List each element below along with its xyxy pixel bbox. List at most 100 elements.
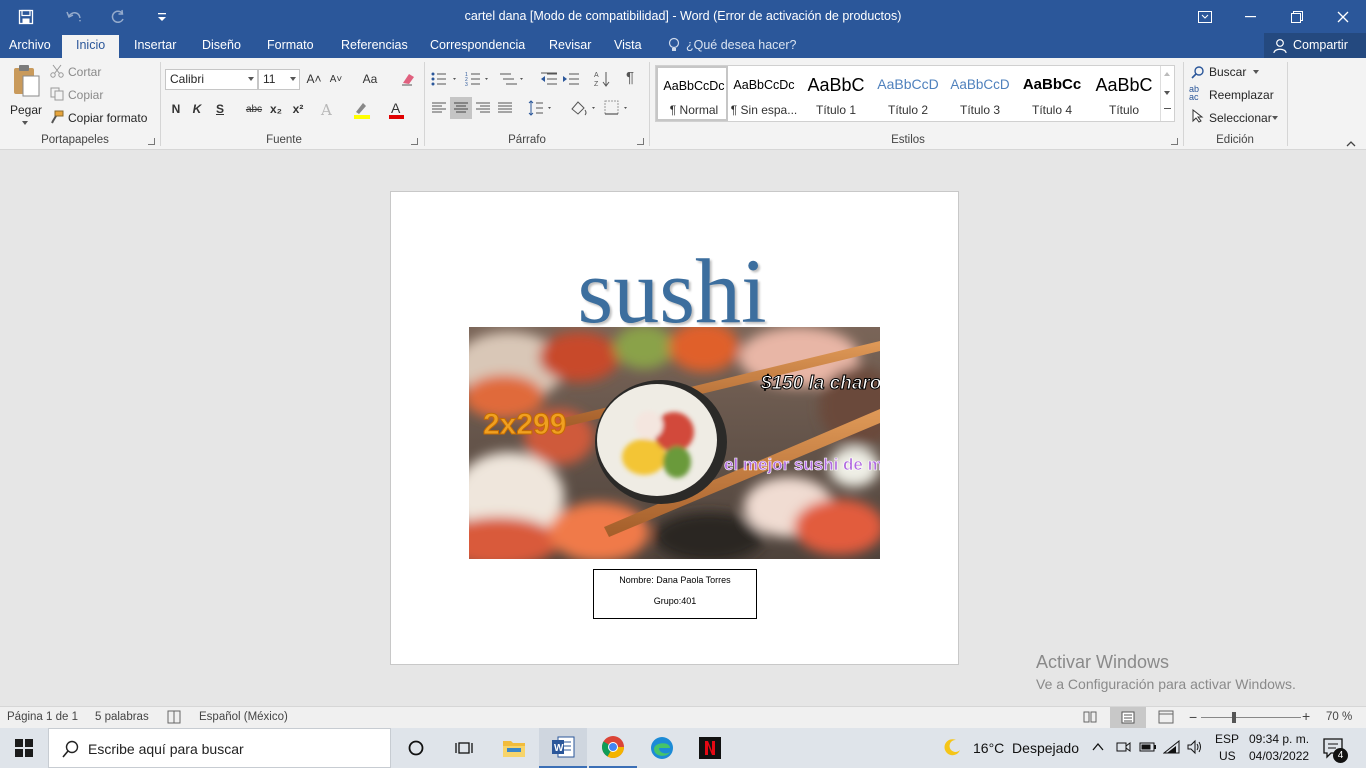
meet-now-icon[interactable]: [1115, 739, 1131, 758]
word-taskbar-icon[interactable]: W: [539, 728, 587, 768]
superscript-button[interactable]: x²: [288, 99, 308, 119]
weather-text[interactable]: 16°C Despejado: [973, 740, 1079, 756]
bold-button[interactable]: N: [166, 99, 186, 119]
show-hidden-icons[interactable]: [1091, 740, 1105, 757]
windows-start-icon[interactable]: [0, 728, 48, 768]
clipboard-launcher-icon[interactable]: [148, 138, 155, 145]
clear-formatting-icon[interactable]: [400, 71, 416, 90]
subscript-button[interactable]: x₂: [266, 99, 286, 119]
minimize-icon[interactable]: [1228, 0, 1274, 33]
paste-button[interactable]: Pegar: [6, 62, 44, 128]
clock-time[interactable]: 09:34 p. m.: [1249, 732, 1309, 746]
name-textbox[interactable]: Nombre: Dana Paola Torres Grupo:401: [593, 569, 757, 619]
tab-inicio[interactable]: Inicio: [62, 35, 120, 58]
underline-button[interactable]: S: [210, 99, 230, 119]
share-button[interactable]: Compartir: [1264, 33, 1366, 58]
copy-button[interactable]: Copiar: [68, 88, 103, 102]
style-heading-4[interactable]: AaBbCc Título 4: [1016, 66, 1088, 121]
read-mode-icon[interactable]: [1083, 710, 1097, 727]
gallery-down-icon[interactable]: [1164, 91, 1170, 95]
numbering-icon[interactable]: 123: [465, 71, 493, 90]
tab-archivo[interactable]: Archivo: [9, 38, 51, 52]
style-title[interactable]: AaBbC Título: [1088, 66, 1160, 121]
zoom-level[interactable]: 70 %: [1326, 711, 1352, 723]
cut-button[interactable]: Cortar: [68, 65, 101, 79]
format-painter-button[interactable]: Copiar formato: [68, 111, 147, 125]
text-effects-icon[interactable]: A: [321, 101, 332, 119]
tab-referencias[interactable]: Referencias: [341, 38, 408, 52]
borders-icon[interactable]: [604, 100, 632, 119]
select-dropdown-icon[interactable]: [1272, 116, 1278, 120]
strikethrough-button[interactable]: abc: [244, 99, 264, 119]
shading-icon[interactable]: [569, 99, 597, 120]
zoom-slider[interactable]: [1201, 712, 1301, 723]
align-left-icon[interactable]: [431, 101, 447, 118]
style-no-spacing[interactable]: AaBbCcDc ¶ Sin espa...: [728, 66, 800, 121]
font-name-combo[interactable]: Calibri: [165, 69, 258, 90]
cortana-icon[interactable]: [392, 728, 440, 768]
shrink-font-button[interactable]: A˅: [326, 69, 346, 89]
show-marks-icon[interactable]: ¶: [626, 69, 634, 86]
tab-vista[interactable]: Vista: [614, 38, 642, 52]
styles-launcher-icon[interactable]: [1171, 138, 1178, 145]
print-layout-button[interactable]: [1110, 707, 1146, 728]
font-size-combo[interactable]: 11: [258, 69, 300, 90]
web-layout-icon[interactable]: [1158, 710, 1174, 727]
increase-indent-icon[interactable]: [562, 71, 580, 90]
tab-formato[interactable]: Formato: [267, 38, 314, 52]
taskbar-search-box[interactable]: Escribe aquí para buscar: [48, 728, 391, 768]
style-heading-3[interactable]: AaBbCcD Título 3: [944, 66, 1016, 121]
collapse-ribbon-icon[interactable]: [1346, 136, 1356, 150]
proofing-icon[interactable]: [167, 710, 183, 727]
style-heading-2[interactable]: AaBbCcD Título 2: [872, 66, 944, 121]
replace-button[interactable]: Reemplazar: [1209, 88, 1274, 102]
volume-icon[interactable]: [1186, 739, 1204, 758]
restore-icon[interactable]: [1274, 0, 1320, 33]
decrease-indent-icon[interactable]: [540, 71, 558, 90]
word-count[interactable]: 5 palabras: [95, 711, 149, 723]
change-case-button[interactable]: Aa: [356, 69, 384, 89]
zoom-thumb[interactable]: [1232, 712, 1237, 723]
ribbon-display-options-icon[interactable]: [1182, 0, 1228, 33]
wordart-title[interactable]: sushi: [560, 236, 784, 346]
find-dropdown-icon[interactable]: [1253, 70, 1259, 74]
page-count[interactable]: Página 1 de 1: [7, 711, 78, 723]
input-language-top[interactable]: ESP: [1215, 732, 1239, 746]
select-button[interactable]: Seleccionar: [1209, 111, 1272, 125]
align-center-button[interactable]: [450, 97, 472, 119]
justify-icon[interactable]: [497, 101, 513, 118]
task-view-icon[interactable]: [440, 728, 488, 768]
battery-icon[interactable]: [1139, 739, 1157, 758]
netflix-icon[interactable]: [686, 728, 734, 768]
italic-button[interactable]: K: [187, 99, 207, 119]
sort-icon[interactable]: AZ: [594, 70, 610, 91]
tab-insertar[interactable]: Insertar: [134, 38, 176, 52]
paste-dropdown-icon[interactable]: [22, 121, 28, 125]
gallery-more-icon[interactable]: [1164, 108, 1171, 109]
close-icon[interactable]: [1320, 0, 1366, 33]
language-indicator[interactable]: Español (México): [199, 711, 288, 723]
clock-date[interactable]: 04/03/2022: [1249, 749, 1309, 763]
font-color-icon[interactable]: A: [388, 100, 406, 123]
align-right-icon[interactable]: [475, 101, 491, 118]
style-normal[interactable]: AaBbCcDc ¶ Normal: [656, 66, 728, 121]
line-spacing-icon[interactable]: [528, 100, 554, 119]
edge-icon[interactable]: [638, 728, 686, 768]
tab-diseno[interactable]: Diseño: [202, 38, 241, 52]
paragraph-launcher-icon[interactable]: [637, 138, 644, 145]
zoom-out-button[interactable]: −: [1189, 709, 1197, 725]
highlight-icon[interactable]: [353, 101, 373, 122]
sushi-image[interactable]: $150 la charola! 2x299 el mejor sushi de…: [469, 327, 880, 559]
tab-correspondencia[interactable]: Correspondencia: [430, 38, 525, 52]
chrome-icon[interactable]: [589, 728, 637, 768]
tell-me-search[interactable]: ¿Qué desea hacer?: [686, 38, 797, 52]
style-heading-1[interactable]: AaBbC Título 1: [800, 66, 872, 121]
multilevel-list-icon[interactable]: [499, 71, 527, 90]
find-button[interactable]: Buscar: [1209, 65, 1246, 79]
zoom-in-button[interactable]: +: [1302, 708, 1310, 724]
wifi-icon[interactable]: [1162, 739, 1181, 758]
input-language-bottom[interactable]: US: [1219, 749, 1236, 763]
tab-revisar[interactable]: Revisar: [549, 38, 591, 52]
bullets-icon[interactable]: [431, 71, 459, 90]
file-explorer-icon[interactable]: [490, 728, 538, 768]
